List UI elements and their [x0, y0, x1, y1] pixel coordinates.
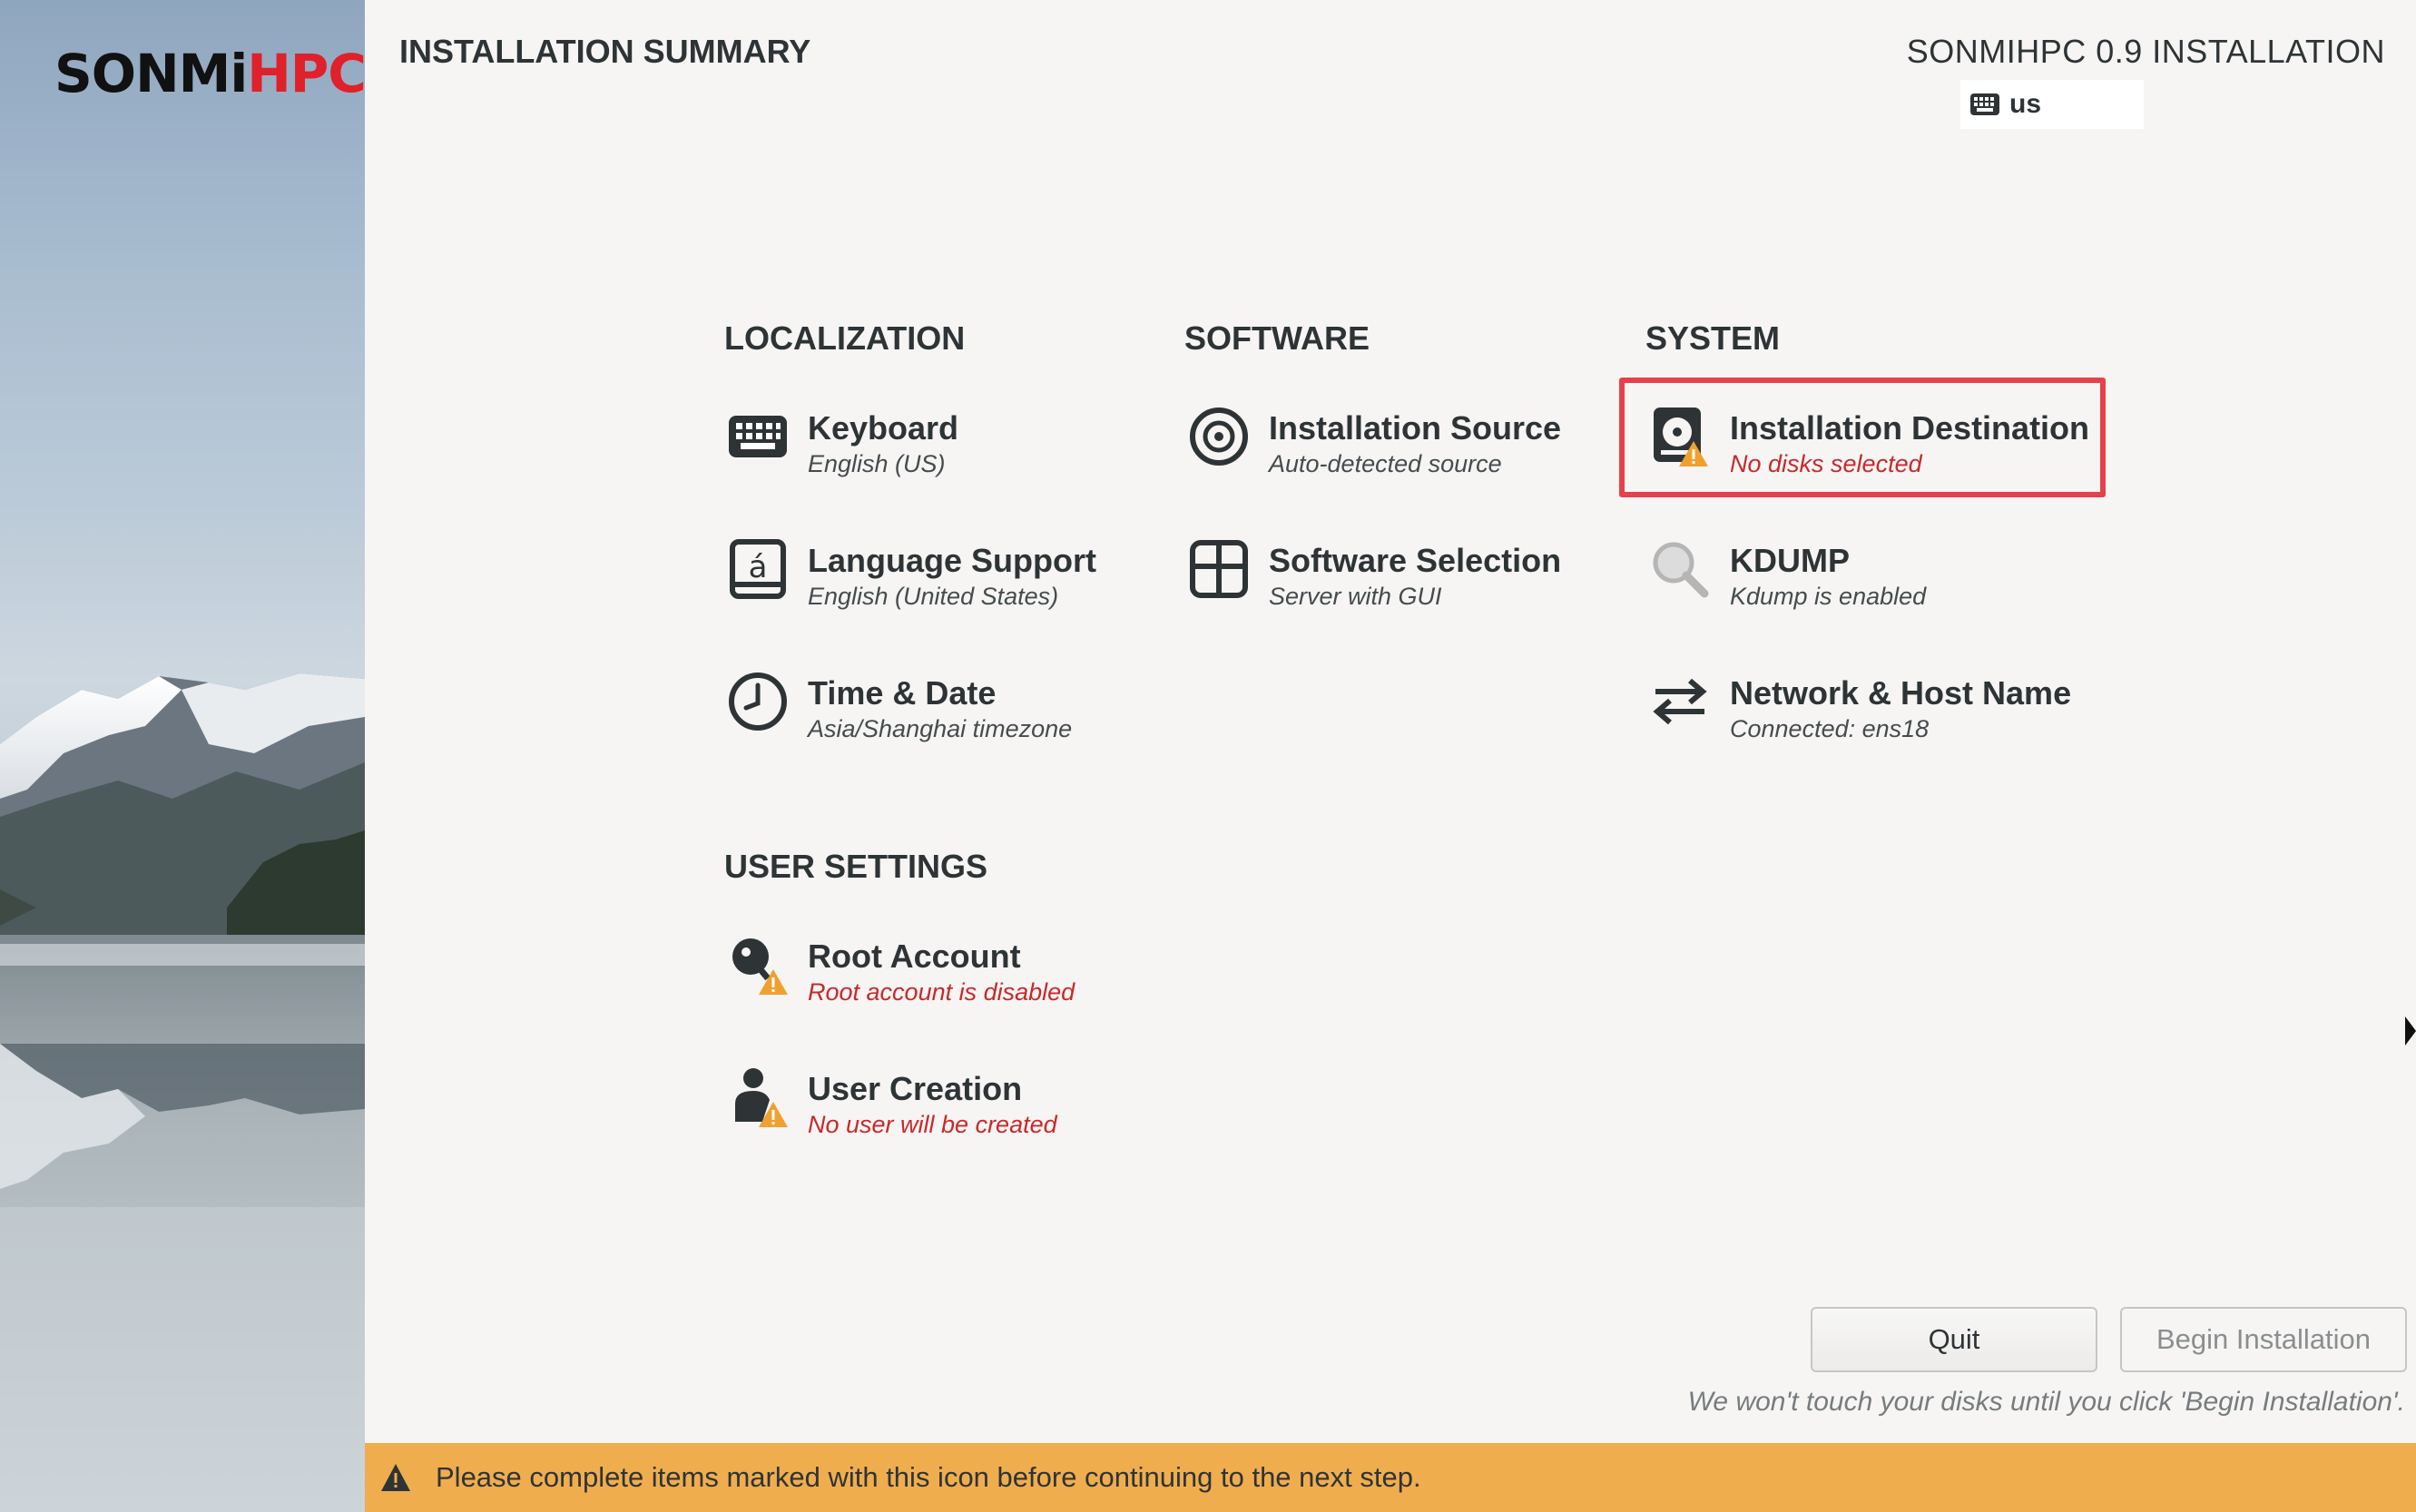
spoke-installation-source[interactable]: Installation Source Auto-detected source: [1187, 405, 1561, 479]
spoke-root-account[interactable]: Root Account Root account is disabled: [726, 933, 1075, 1007]
spoke-installation-source-status: Auto-detected source: [1269, 450, 1502, 477]
svg-text:á: á: [749, 549, 768, 585]
package-icon: [1187, 537, 1251, 601]
spoke-time-date-status: Asia/Shanghai timezone: [808, 715, 1073, 742]
spoke-software-selection-status: Server with GUI: [1269, 583, 1442, 610]
spoke-keyboard-name: Keyboard: [808, 409, 959, 447]
sidebar-artwork: SONMiHPC: [0, 0, 365, 1512]
spoke-user-creation[interactable]: User Creation No user will be created: [726, 1065, 1057, 1140]
keyboard-icon: [1970, 93, 1999, 115]
spoke-network-hostname[interactable]: Network & Host Name Connected: ens18: [1648, 670, 2071, 744]
spoke-installation-destination-status: No disks selected: [1730, 450, 1922, 477]
spoke-time-date[interactable]: Time & Date Asia/Shanghai timezone: [726, 670, 1072, 744]
spoke-root-account-status: Root account is disabled: [808, 978, 1075, 1006]
spoke-language-name: Language Support: [808, 542, 1096, 579]
user-warning-icon: [726, 1065, 790, 1129]
spoke-software-selection-name: Software Selection: [1269, 542, 1562, 579]
begin-installation-button[interactable]: Begin Installation: [2120, 1307, 2407, 1372]
warning-icon: [381, 1464, 410, 1491]
mountain-lake-image: [0, 673, 365, 1512]
section-title-system: SYSTEM: [1645, 319, 1781, 357]
logo-text-primary: SONMi: [54, 43, 248, 104]
section-title-user-settings: USER SETTINGS: [724, 848, 988, 885]
spoke-user-creation-status: No user will be created: [808, 1111, 1057, 1138]
spoke-kdump[interactable]: KDUMP Kdump is enabled: [1648, 537, 1926, 612]
page-title: INSTALLATION SUMMARY: [399, 33, 811, 70]
spoke-root-account-name: Root Account: [808, 938, 1021, 975]
root-key-warning-icon: [726, 933, 790, 997]
language-icon: á: [726, 537, 790, 601]
section-title-software: SOFTWARE: [1184, 319, 1370, 357]
spoke-installation-source-name: Installation Source: [1269, 409, 1562, 447]
spoke-language-support[interactable]: á Language Support English (United State…: [726, 537, 1096, 612]
section-title-localization: LOCALIZATION: [724, 319, 966, 357]
spoke-keyboard[interactable]: Keyboard English (US): [726, 405, 958, 479]
network-arrows-icon: [1648, 670, 1712, 733]
disc-icon: [1187, 405, 1251, 468]
spoke-kdump-status: Kdump is enabled: [1730, 583, 1927, 610]
spoke-kdump-name: KDUMP: [1730, 542, 1850, 579]
mouse-pointer-icon: [2405, 1016, 2416, 1046]
spoke-time-date-name: Time & Date: [808, 674, 997, 712]
spoke-network-name: Network & Host Name: [1730, 674, 2072, 712]
warning-bar: Please complete items marked with this i…: [365, 1443, 2416, 1512]
warning-bar-text: Please complete items marked with this i…: [436, 1461, 1421, 1493]
keyboard-icon: [726, 405, 790, 468]
product-title: SONMIHPC 0.9 INSTALLATION: [1906, 33, 2385, 70]
disk-safety-hint: We won't touch your disks until you clic…: [1687, 1387, 2405, 1417]
keyboard-layout-indicator[interactable]: us: [1960, 80, 2144, 129]
spoke-installation-destination-name: Installation Destination: [1730, 409, 2090, 447]
spoke-keyboard-status: English (US): [808, 450, 946, 477]
spoke-network-status: Connected: ens18: [1730, 715, 1930, 742]
keyboard-layout-label: us: [2009, 89, 2042, 119]
spoke-language-status: English (United States): [808, 583, 1059, 610]
clock-icon: [726, 670, 790, 733]
spoke-software-selection[interactable]: Software Selection Server with GUI: [1187, 537, 1561, 612]
quit-button[interactable]: Quit: [1811, 1307, 2097, 1372]
spoke-user-creation-name: User Creation: [808, 1070, 1023, 1107]
hard-disk-warning-icon: [1648, 405, 1712, 468]
spoke-installation-destination[interactable]: Installation Destination No disks select…: [1648, 405, 2089, 479]
brand-logo: SONMiHPC: [54, 47, 365, 100]
logo-text-accent: HPC: [247, 43, 365, 104]
magnifier-icon: [1648, 537, 1712, 601]
